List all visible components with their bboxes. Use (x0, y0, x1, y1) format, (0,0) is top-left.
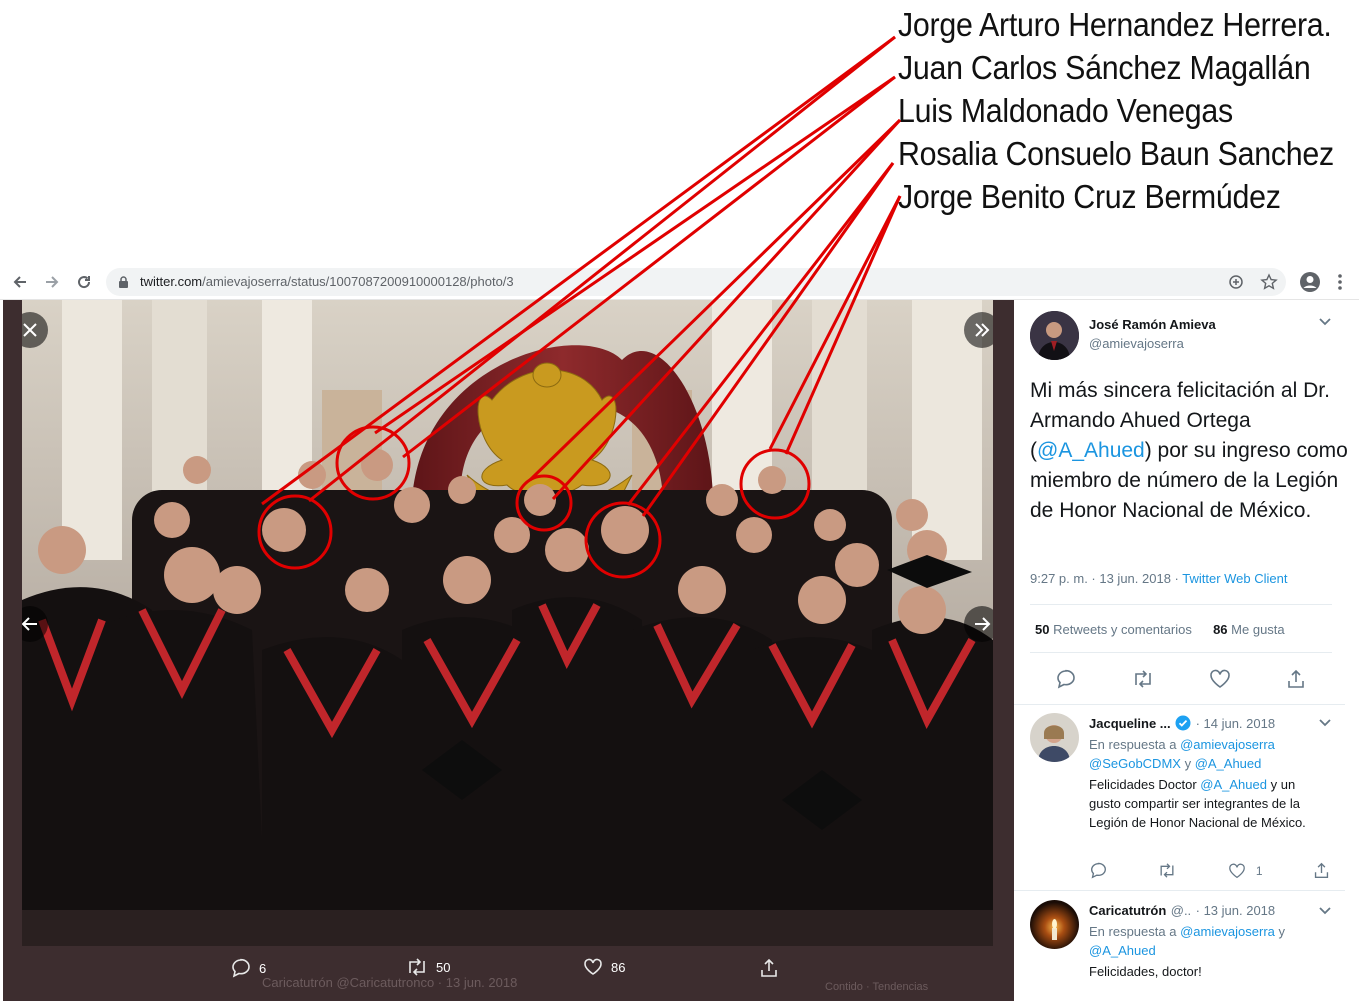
faded-date: 13 jun. 2018 (445, 975, 518, 990)
tweet-actions (1056, 669, 1306, 689)
reply-header: Jacqueline ... · 14 jun. 2018 (1089, 715, 1275, 733)
reply-date[interactable]: · 14 jun. 2018 (1196, 716, 1276, 731)
retweet-action[interactable]: 50 (406, 958, 450, 976)
like-action[interactable]: 86 (583, 958, 625, 976)
reply-context: En respuesta a @amievajoserra y @A_Ahued (1089, 922, 1329, 960)
tweet-text: Mi más sincera felicitación al Dr. Arman… (1030, 376, 1348, 526)
tweet-client-link[interactable]: Twitter Web Client (1182, 571, 1287, 586)
likes-stat[interactable]: 86 Me gusta (1213, 622, 1285, 637)
share-icon (761, 958, 777, 977)
tweet-stats: 50 Retweets y comentarios 86 Me gusta (1035, 622, 1285, 637)
reply-count: 6 (259, 960, 267, 976)
reply-header: Caricatutrón @.. · 13 jun. 2018 (1089, 902, 1275, 920)
reply-icon[interactable] (1090, 862, 1107, 879)
reply-like-count: 1 (1255, 863, 1263, 878)
share-icon[interactable] (1313, 862, 1330, 879)
retweet-icon (409, 958, 425, 976)
heart-icon (584, 958, 602, 975)
divider (1014, 890, 1345, 891)
reply-author-name[interactable]: Caricatutrón (1089, 903, 1166, 918)
reply-text-part-1: Felicidades Doctor (1089, 777, 1201, 792)
faded-handle: @Caricatutronco (336, 975, 435, 990)
chevron-down-icon[interactable] (1318, 906, 1332, 916)
reply-text: Felicidades Doctor @A_Ahued y un gusto c… (1089, 775, 1329, 832)
chevron-down-icon[interactable] (1318, 718, 1332, 728)
reply-context-join: y (1180, 756, 1195, 771)
chevron-down-icon[interactable] (1318, 317, 1332, 327)
reply-avatar[interactable] (1030, 900, 1079, 949)
reply-actions: 1 (1090, 862, 1330, 879)
reply-text-mention[interactable]: @A_Ahued (1200, 777, 1267, 792)
reply-author-name[interactable]: Jacqueline ... (1089, 716, 1171, 731)
divider (1014, 704, 1345, 705)
tweet-time[interactable]: 9:27 p. m. · 13 jun. 2018 · (1030, 571, 1182, 586)
reply-context-mention-1[interactable]: @amievajoserra (1180, 924, 1275, 939)
reply-author-handle[interactable]: @.. (1171, 903, 1191, 918)
retweet-count: 50 (436, 959, 451, 975)
candle-avatar (1030, 900, 1079, 949)
like-count: 86 (611, 959, 626, 975)
reply-like-action[interactable]: 1 (1228, 863, 1263, 879)
retweets-label: Retweets y comentarios (1053, 622, 1192, 637)
reply-icon (232, 958, 250, 978)
share-action[interactable] (759, 958, 779, 978)
screenshot-root: { "annotations": { "names": [ "Jorge Art… (0, 0, 1359, 1001)
reply-context-mention-3[interactable]: @A_Ahued (1195, 756, 1262, 771)
reply-date[interactable]: · 13 jun. 2018 (1196, 903, 1276, 918)
reply-context-join: y (1274, 924, 1286, 939)
faded-footer-reply: Caricatutrón @Caricatutronco · 13 jun. 2… (262, 975, 518, 990)
reply-context-mention-2[interactable]: @SeGobCDMX (1089, 756, 1181, 771)
verified-badge-icon (1175, 715, 1191, 731)
background-remnant (988, 377, 1014, 737)
author-avatar[interactable] (1030, 311, 1079, 360)
retweet-icon[interactable] (1131, 669, 1155, 689)
faded-right-text: Contido · Tendencias (825, 981, 929, 993)
likes-label: Me gusta (1231, 622, 1285, 637)
reply-context: En respuesta a @amievajoserra @SeGobCDMX… (1089, 735, 1329, 773)
likes-count: 86 (1213, 622, 1228, 637)
reply-context-mention-1[interactable]: @amievajoserra (1180, 737, 1275, 752)
share-icon[interactable] (1286, 669, 1306, 689)
reply-action[interactable]: 6 (231, 958, 266, 978)
reply-context-prefix: En respuesta a (1089, 924, 1181, 939)
divider (1030, 652, 1332, 653)
author-handle[interactable]: @amievajoserra (1089, 336, 1184, 351)
heart-icon[interactable] (1209, 669, 1231, 689)
author-name[interactable]: José Ramón Amieva (1089, 317, 1216, 332)
reply-icon[interactable] (1056, 669, 1076, 689)
tweet-meta: 9:27 p. m. · 13 jun. 2018 · Twitter Web … (1030, 571, 1288, 586)
tweet-panel: José Ramón Amieva @amievajoserra Mi más … (1014, 300, 1359, 1001)
faded-name: Caricatutrón (262, 975, 333, 990)
divider (1030, 604, 1332, 605)
retweets-stat[interactable]: 50 Retweets y comentarios (1035, 622, 1192, 637)
reply-author-photo (1030, 713, 1079, 762)
reply-context-mention-2[interactable]: @A_Ahued (1089, 943, 1156, 958)
reply-context-prefix: En respuesta a (1089, 737, 1181, 752)
author-photo (1030, 311, 1079, 360)
retweet-icon[interactable] (1157, 862, 1177, 879)
reply-text: Felicidades, doctor! (1089, 964, 1202, 979)
retweets-count: 50 (1035, 622, 1050, 637)
heart-icon (1229, 863, 1245, 878)
tweet-mention-link[interactable]: @A_Ahued (1037, 439, 1145, 462)
reply-avatar[interactable] (1030, 713, 1079, 762)
